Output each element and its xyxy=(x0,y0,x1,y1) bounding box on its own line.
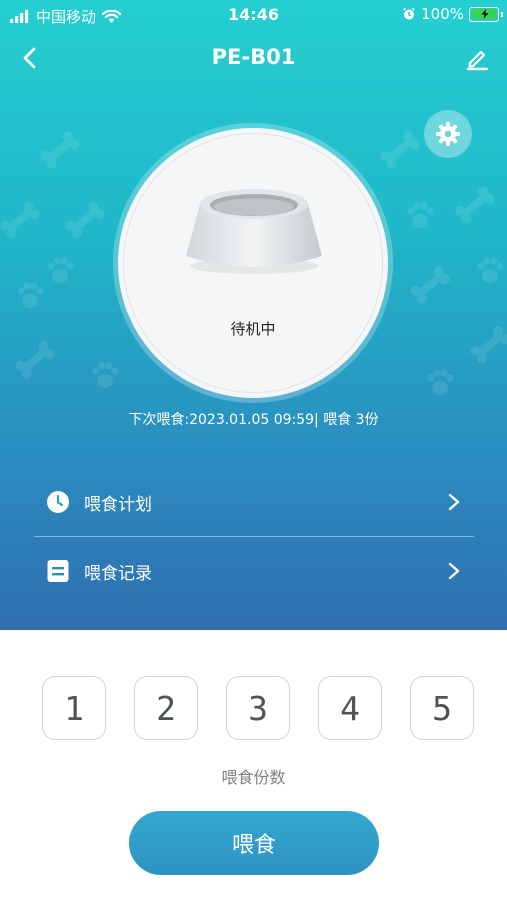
battery-level xyxy=(471,9,497,19)
portion-count-label: 喂食份数 xyxy=(221,768,286,787)
nav-bar: PE-B01 xyxy=(0,36,507,80)
battery-icon xyxy=(469,6,503,22)
settings-button[interactable] xyxy=(424,110,472,158)
feeding-record-row[interactable]: 喂食记录 xyxy=(34,539,474,603)
portion-option-3[interactable]: 3 xyxy=(226,676,290,740)
gear-icon xyxy=(436,122,460,146)
device-header-panel: 中国移动 14:46 100% PE-B01 待机中 下次喂食:2023.01.… xyxy=(0,0,507,630)
chevron-right-icon xyxy=(448,562,460,580)
edit-pencil-icon[interactable] xyxy=(463,44,491,72)
chevron-right-icon xyxy=(448,493,460,511)
device-status-text: 待机中 xyxy=(230,320,276,338)
menu-divider xyxy=(34,536,474,537)
food-bowl-icon xyxy=(186,189,322,274)
next-feed-info: 下次喂食:2023.01.05 09:59| 喂食 3份 xyxy=(128,412,379,428)
portion-selector[interactable]: 1 2 3 4 5 xyxy=(0,676,507,742)
feeding-plan-label: 喂食计划 xyxy=(84,494,152,515)
feed-button[interactable]: 喂食 xyxy=(129,811,379,875)
page-title: PE-B01 xyxy=(211,45,296,69)
portion-option-1[interactable]: 1 xyxy=(42,676,106,740)
device-status-circle: 待机中 xyxy=(118,128,388,398)
portion-option-2[interactable]: 2 xyxy=(134,676,198,740)
portion-option-4[interactable]: 4 xyxy=(318,676,382,740)
battery-percent: 100% xyxy=(421,5,464,23)
feeding-plan-row[interactable]: 喂食计划 xyxy=(34,470,474,534)
record-icon xyxy=(47,560,69,582)
portion-option-5[interactable]: 5 xyxy=(410,676,474,740)
charging-bolt-icon xyxy=(481,9,488,19)
status-bar: 中国移动 14:46 100% xyxy=(0,0,507,30)
alarm-icon xyxy=(403,7,416,20)
clock-icon xyxy=(47,491,69,513)
feeding-record-label: 喂食记录 xyxy=(84,563,152,584)
